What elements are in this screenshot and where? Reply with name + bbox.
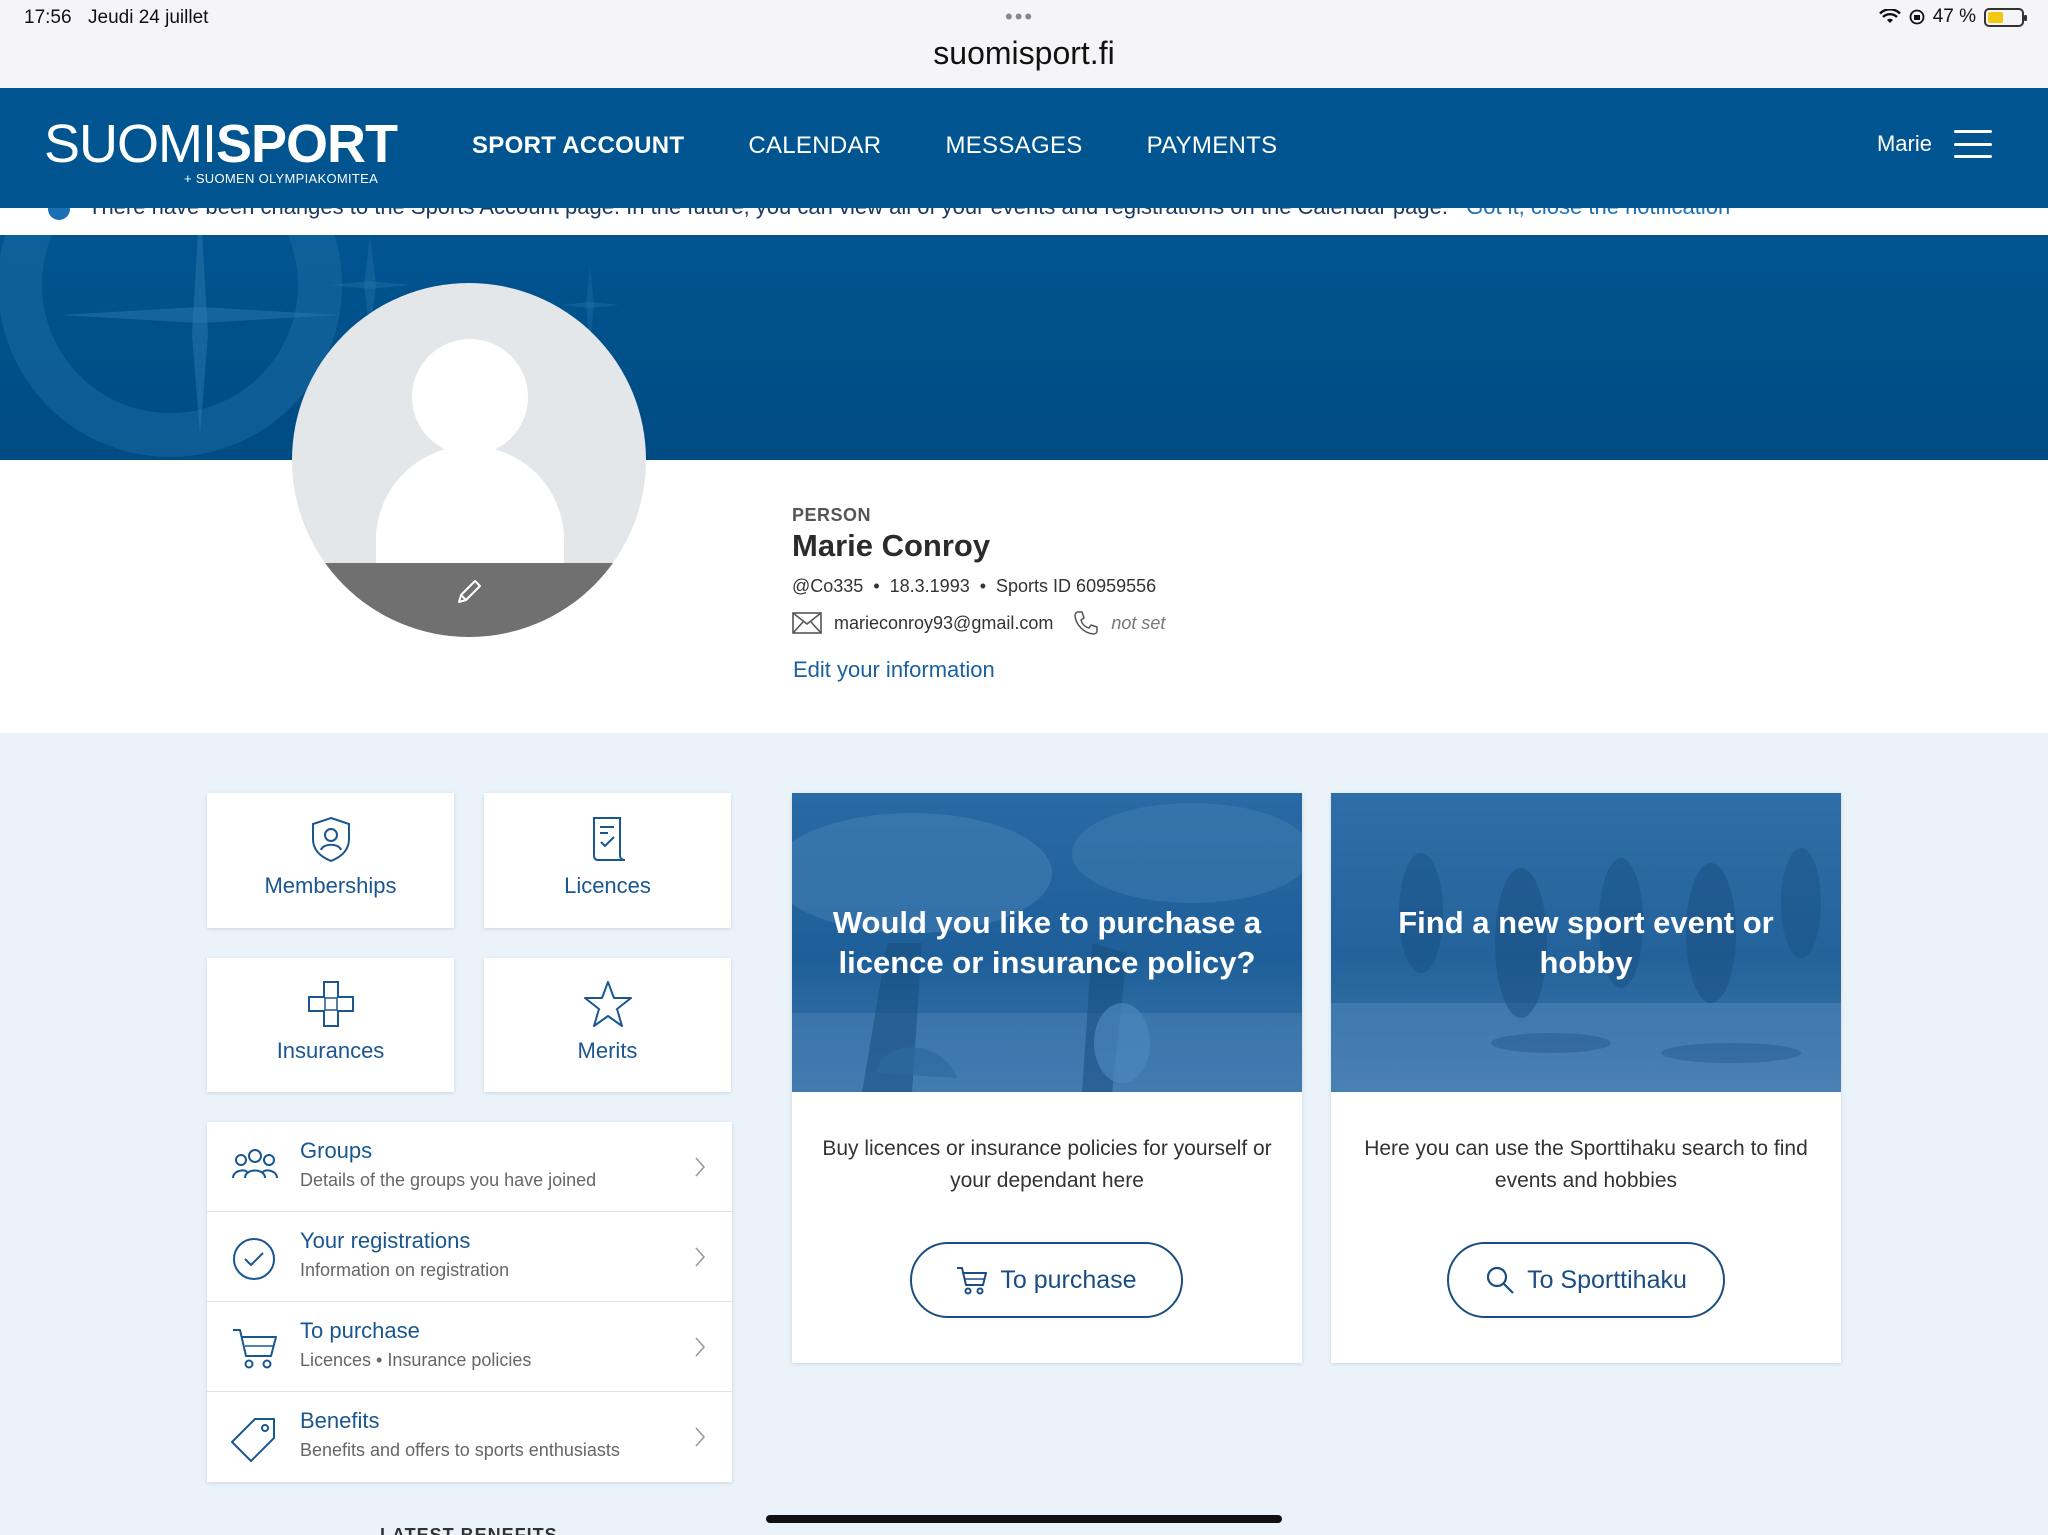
profile-avatar bbox=[292, 283, 646, 637]
memberships-label: Memberships bbox=[264, 873, 397, 898]
shield-user-icon bbox=[311, 816, 350, 863]
to-purchase-subtitle: Licences • Insurance policies bbox=[300, 1350, 532, 1370]
person-name: Marie Conroy bbox=[792, 528, 991, 563]
address-bar[interactable]: suomisport.fi bbox=[0, 35, 2048, 72]
pencil-icon bbox=[458, 580, 481, 603]
list-item-to-purchase[interactable]: To purchase Licences • Insurance policie… bbox=[207, 1302, 732, 1392]
latest-benefits-heading: LATEST BENEFITS bbox=[380, 1525, 558, 1535]
check-circle-icon bbox=[233, 1238, 275, 1280]
logo-cross-icon: + bbox=[184, 171, 196, 186]
list-item-groups[interactable]: Groups Details of the groups you have jo… bbox=[207, 1122, 732, 1212]
registrations-subtitle: Information on registration bbox=[300, 1260, 510, 1280]
status-date: Jeudi 24 juillet bbox=[88, 7, 209, 28]
purchase-card-description: Buy licences or insurance policies for y… bbox=[822, 1137, 1272, 1192]
to-purchase-title: To purchase bbox=[300, 1318, 420, 1343]
battery-fill bbox=[1988, 11, 2004, 23]
chevron-right-icon bbox=[695, 1157, 706, 1177]
insurances-tile[interactable]: Insurances bbox=[207, 958, 454, 1092]
nav-calendar[interactable]: CALENDAR bbox=[748, 132, 881, 160]
chevron-right-icon bbox=[695, 1337, 706, 1357]
sport-search-card: Find a new sport event or hobby Here you… bbox=[1331, 793, 1841, 1363]
info-icon bbox=[48, 208, 70, 220]
user-menu[interactable]: Marie bbox=[1877, 130, 1992, 158]
registrations-title: Your registrations bbox=[300, 1228, 471, 1253]
mail-icon bbox=[792, 612, 822, 634]
to-sporttihaku-button[interactable]: To Sporttihaku bbox=[1447, 1242, 1725, 1318]
phone-icon bbox=[1074, 611, 1099, 635]
meta-separator: • bbox=[873, 576, 880, 596]
notification-strip: There have been changes to the Sports Ac… bbox=[0, 208, 2048, 235]
to-purchase-button[interactable]: To purchase bbox=[910, 1242, 1183, 1318]
orientation-lock-icon bbox=[1909, 9, 1925, 25]
home-indicator[interactable] bbox=[766, 1515, 1282, 1523]
benefits-title: Benefits bbox=[300, 1408, 380, 1433]
price-tag-icon bbox=[231, 1418, 275, 1462]
purchase-card-title: Would you like to purchase a licence or … bbox=[832, 905, 1262, 980]
licence-document-icon bbox=[592, 817, 625, 861]
account-links-list: Groups Details of the groups you have jo… bbox=[207, 1122, 732, 1482]
meta-separator: • bbox=[979, 576, 987, 596]
purchase-card-image: Would you like to purchase a licence or … bbox=[792, 793, 1302, 1092]
top-navigation: SUOMISPORT + SUOMEN OLYMPIAKOMITEA SPORT… bbox=[0, 88, 2048, 208]
sport-search-card-description: Here you can use the Sporttihaku search … bbox=[1364, 1137, 1808, 1192]
main-nav: SPORT ACCOUNT CALENDAR MESSAGES PAYMENTS bbox=[472, 132, 1341, 160]
avatar-head bbox=[412, 339, 528, 455]
groups-subtitle: Details of the groups you have joined bbox=[300, 1170, 597, 1190]
person-meta: @Co335 • 18.3.1993 • Sports ID 60959556 bbox=[792, 576, 1156, 597]
licences-tile[interactable]: Licences bbox=[484, 793, 731, 928]
insurances-label: Insurances bbox=[276, 1038, 385, 1063]
plaster-cross-icon bbox=[307, 981, 354, 1027]
close-notification-link[interactable]: Got it, close the notification bbox=[1466, 208, 1730, 219]
person-sports-id: Sports ID 60959556 bbox=[996, 576, 1157, 596]
browser-status-bar: 17:56 Jeudi 24 juillet ••• 47 % suomispo… bbox=[0, 0, 2048, 88]
edit-information-link[interactable]: Edit your information bbox=[793, 657, 995, 683]
suomisport-logo[interactable]: SUOMISPORT + SUOMEN OLYMPIAKOMITEA bbox=[44, 117, 398, 186]
memberships-tile[interactable]: Memberships bbox=[207, 793, 454, 928]
chevron-right-icon bbox=[695, 1247, 706, 1267]
nav-sport-account[interactable]: SPORT ACCOUNT bbox=[472, 132, 684, 160]
more-dots-icon[interactable]: ••• bbox=[1005, 4, 1034, 30]
list-item-registrations[interactable]: Your registrations Information on regist… bbox=[207, 1212, 732, 1302]
shopping-cart-icon bbox=[233, 1329, 277, 1369]
logo-subtitle: SUOMEN OLYMPIAKOMITEA bbox=[195, 171, 379, 186]
to-sporttihaku-button-label: To Sporttihaku bbox=[1527, 1265, 1687, 1294]
star-icon bbox=[583, 981, 632, 1027]
hamburger-menu-icon[interactable] bbox=[1954, 130, 1992, 158]
user-name[interactable]: Marie bbox=[1877, 131, 1932, 157]
groups-icon bbox=[232, 1149, 278, 1179]
person-birthdate: 18.3.1993 bbox=[889, 576, 970, 596]
nav-payments[interactable]: PAYMENTS bbox=[1147, 132, 1278, 160]
person-email: marieconroy93@gmail.com bbox=[834, 612, 1054, 633]
edit-avatar-button[interactable] bbox=[292, 563, 646, 637]
sport-search-card-title: Find a new sport event or hobby bbox=[1398, 905, 1774, 980]
person-phone: not set bbox=[1111, 612, 1166, 633]
wifi-icon bbox=[1878, 9, 1901, 23]
status-time: 17:56 bbox=[24, 7, 72, 28]
licences-label: Licences bbox=[564, 873, 651, 898]
benefits-subtitle: Benefits and offers to sports enthusiast… bbox=[300, 1440, 620, 1460]
shopping-cart-icon bbox=[957, 1267, 988, 1295]
chevron-right-icon bbox=[695, 1427, 706, 1447]
search-icon bbox=[1486, 1266, 1514, 1294]
merits-tile[interactable]: Merits bbox=[484, 958, 731, 1092]
battery-percent: 47 % bbox=[1932, 6, 1976, 27]
to-purchase-button-label: To purchase bbox=[1000, 1265, 1137, 1294]
nav-messages[interactable]: MESSAGES bbox=[945, 132, 1082, 160]
person-type-label: PERSON bbox=[792, 505, 872, 525]
merits-label: Merits bbox=[577, 1038, 638, 1063]
notification-text: There have been changes to the Sports Ac… bbox=[88, 208, 1448, 219]
person-contact: marieconroy93@gmail.com not set bbox=[792, 610, 1165, 636]
sport-search-card-image: Find a new sport event or hobby bbox=[1331, 793, 1841, 1092]
logo-text-bold: SPORT bbox=[216, 114, 398, 174]
logo-text-light: SUOMI bbox=[44, 114, 217, 174]
battery-icon bbox=[1984, 7, 2027, 27]
list-item-benefits[interactable]: Benefits Benefits and offers to sports e… bbox=[207, 1392, 732, 1482]
groups-title: Groups bbox=[300, 1138, 373, 1163]
status-indicators: 47 % bbox=[1878, 6, 2027, 28]
person-handle: @Co335 bbox=[792, 576, 864, 596]
purchase-card: Would you like to purchase a licence or … bbox=[792, 793, 1302, 1363]
